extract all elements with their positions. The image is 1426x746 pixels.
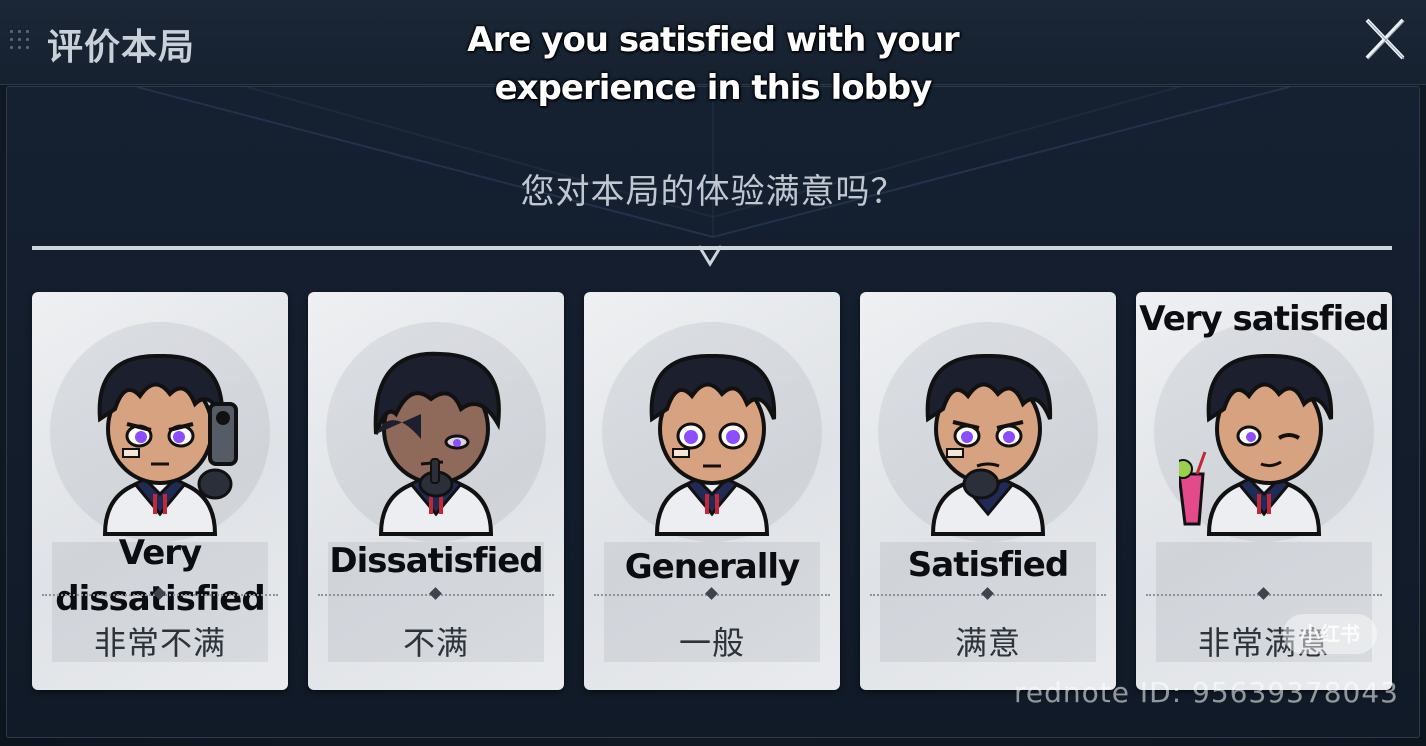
rating-caption: Very dissatisfied	[55, 533, 265, 619]
dialog-title: 评价本局	[47, 27, 196, 68]
avatar-pointing-gun-icon	[97, 353, 238, 536]
avatar-wink-drink-icon	[1179, 353, 1334, 536]
rating-caption: Generally	[624, 547, 800, 587]
rating-label: 满意	[954, 624, 1021, 662]
avatar-fist-pump-icon	[925, 353, 1053, 536]
divider-arrow-icon	[697, 245, 723, 267]
rating-dialog: 评价本局 Are you satisfied with your experie…	[0, 0, 1426, 746]
rating-label: 一般	[678, 624, 745, 662]
rating-label: 非常不满	[93, 624, 226, 662]
drag-grip-icon[interactable]	[10, 30, 36, 56]
rednote-badge: 小红书	[1283, 614, 1377, 654]
rating-caption: Satisfied	[907, 545, 1069, 585]
rating-card-generally[interactable]: Generally 一般	[584, 292, 840, 690]
rating-label: 不满	[402, 624, 469, 662]
rating-card-very-dissatisfied[interactable]: Very dissatisfied 非常不满	[32, 292, 288, 690]
close-button[interactable]	[1364, 16, 1406, 62]
rednote-id-watermark: rednote ID: 95639378043	[1014, 676, 1399, 709]
satisfaction-question: 您对本局的体验满意吗？	[520, 172, 906, 212]
english-caption: Are you satisfied with your experience i…	[467, 20, 959, 108]
avatar-neutral-icon	[649, 353, 777, 536]
rating-card-satisfied[interactable]: Satisfied 满意	[860, 292, 1116, 690]
rating-caption: Dissatisfied	[329, 541, 543, 581]
avatar-hand-on-chin-icon	[373, 351, 501, 536]
close-x-icon	[1365, 18, 1405, 60]
rating-caption: Very satisfied	[1139, 299, 1389, 339]
rating-card-dissatisfied[interactable]: Dissatisfied 不满	[308, 292, 564, 690]
